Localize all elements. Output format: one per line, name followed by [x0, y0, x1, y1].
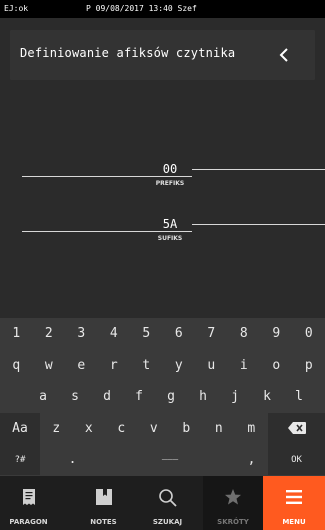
chevron-left-icon	[279, 48, 288, 62]
suffix-value[interactable]: 5A	[150, 217, 190, 231]
key[interactable]: e	[65, 350, 98, 381]
key[interactable]: k	[251, 381, 283, 412]
keyboard-row-bottom: ?# . ——— , OK	[0, 444, 325, 475]
key[interactable]: y	[163, 350, 196, 381]
nav-notes[interactable]: NOTES	[75, 476, 132, 530]
nav-szukaj-label: SZUKAJ	[152, 518, 183, 526]
backspace-key[interactable]	[268, 412, 325, 444]
key[interactable]: s	[59, 381, 91, 412]
suffix-underline	[22, 231, 192, 232]
keyboard-row-qwerty: q w e r t y u i o p	[0, 350, 325, 381]
key[interactable]: f	[123, 381, 155, 412]
key[interactable]: 8	[228, 318, 261, 349]
receipt-icon	[22, 489, 35, 505]
key[interactable]: i	[228, 350, 261, 381]
date-time-user: P 09/08/2017 13:40 Szef	[86, 4, 197, 13]
nav-paragon[interactable]: PARAGON	[0, 476, 57, 530]
keyboard-row-asdf: a s d f g h j k l	[0, 381, 325, 412]
nav-paragon-label: PARAGON	[9, 518, 48, 526]
nav-skroty-label: SKRÓTY	[217, 518, 249, 526]
key[interactable]: 4	[98, 318, 131, 349]
search-icon	[158, 489, 177, 507]
suffix-field[interactable]: 5A SUFIKS	[0, 217, 325, 257]
key[interactable]: x	[73, 413, 106, 444]
ej-status: EJ:ok	[4, 4, 29, 13]
key[interactable]: 0	[293, 318, 325, 349]
key[interactable]: 9	[260, 318, 293, 349]
page-title: Definiowanie afiksów czytnika	[20, 46, 236, 60]
key[interactable]: m	[235, 413, 268, 444]
key[interactable]: 5	[130, 318, 163, 349]
key[interactable]: 3	[65, 318, 98, 349]
key[interactable]: u	[195, 350, 228, 381]
nav-szukaj[interactable]: SZUKAJ	[139, 476, 196, 530]
prefix-extension-line	[192, 169, 325, 170]
key[interactable]: d	[91, 381, 123, 412]
notes-icon	[95, 489, 112, 505]
nav-notes-label: NOTES	[90, 518, 117, 526]
suffix-extension-line	[192, 224, 325, 225]
star-icon	[225, 489, 241, 505]
key[interactable]: 1	[0, 318, 33, 349]
key[interactable]: b	[170, 413, 203, 444]
page-header: Definiowanie afiksów czytnika	[10, 30, 315, 80]
key[interactable]: t	[130, 350, 163, 381]
key[interactable]: h	[187, 381, 219, 412]
key[interactable]: z	[40, 413, 73, 444]
key[interactable]: g	[155, 381, 187, 412]
key[interactable]: 7	[195, 318, 228, 349]
key[interactable]: c	[105, 413, 138, 444]
nav-menu[interactable]: MENU	[263, 476, 325, 530]
key[interactable]: o	[260, 350, 293, 381]
prefix-underline	[22, 176, 192, 177]
on-screen-keyboard: 1 2 3 4 5 6 7 8 9 0 q w e r t y u i o p …	[0, 318, 325, 476]
key[interactable]: j	[219, 381, 251, 412]
prefix-field[interactable]: 00 PREFIKS	[0, 162, 325, 202]
key[interactable]: v	[138, 413, 171, 444]
prefix-label: PREFIKS	[155, 180, 185, 187]
nav-menu-label: MENU	[282, 518, 306, 526]
key[interactable]: p	[293, 350, 325, 381]
keyboard-row-zxcv: Aa z x c v b n m	[0, 412, 325, 444]
space-key[interactable]: ———	[105, 444, 235, 475]
prefix-value[interactable]: 00	[150, 162, 190, 176]
nav-skroty[interactable]: SKRÓTY	[203, 476, 263, 530]
keyboard-row-numbers: 1 2 3 4 5 6 7 8 9 0	[0, 318, 325, 349]
symbols-key[interactable]: ?#	[0, 444, 40, 475]
key[interactable]: a	[27, 381, 59, 412]
backspace-icon	[287, 422, 306, 434]
shift-key[interactable]: Aa	[0, 412, 40, 444]
status-bar: EJ:ok P 09/08/2017 13:40 Szef	[0, 0, 325, 18]
suffix-label: SUFIKS	[157, 235, 183, 242]
ok-key[interactable]: OK	[268, 444, 325, 475]
key[interactable]: n	[203, 413, 236, 444]
key[interactable]: r	[98, 350, 131, 381]
period-key[interactable]: .	[40, 444, 105, 475]
hamburger-menu-icon	[286, 490, 302, 504]
bottom-nav: PARAGON NOTES SZUKAJ SKRÓTY MENU	[0, 476, 325, 530]
comma-key[interactable]: ,	[235, 444, 268, 475]
key[interactable]: 6	[163, 318, 196, 349]
key[interactable]: 2	[33, 318, 66, 349]
key[interactable]: l	[283, 381, 315, 412]
key[interactable]: q	[0, 350, 33, 381]
key[interactable]: w	[33, 350, 66, 381]
back-button[interactable]	[271, 40, 297, 70]
